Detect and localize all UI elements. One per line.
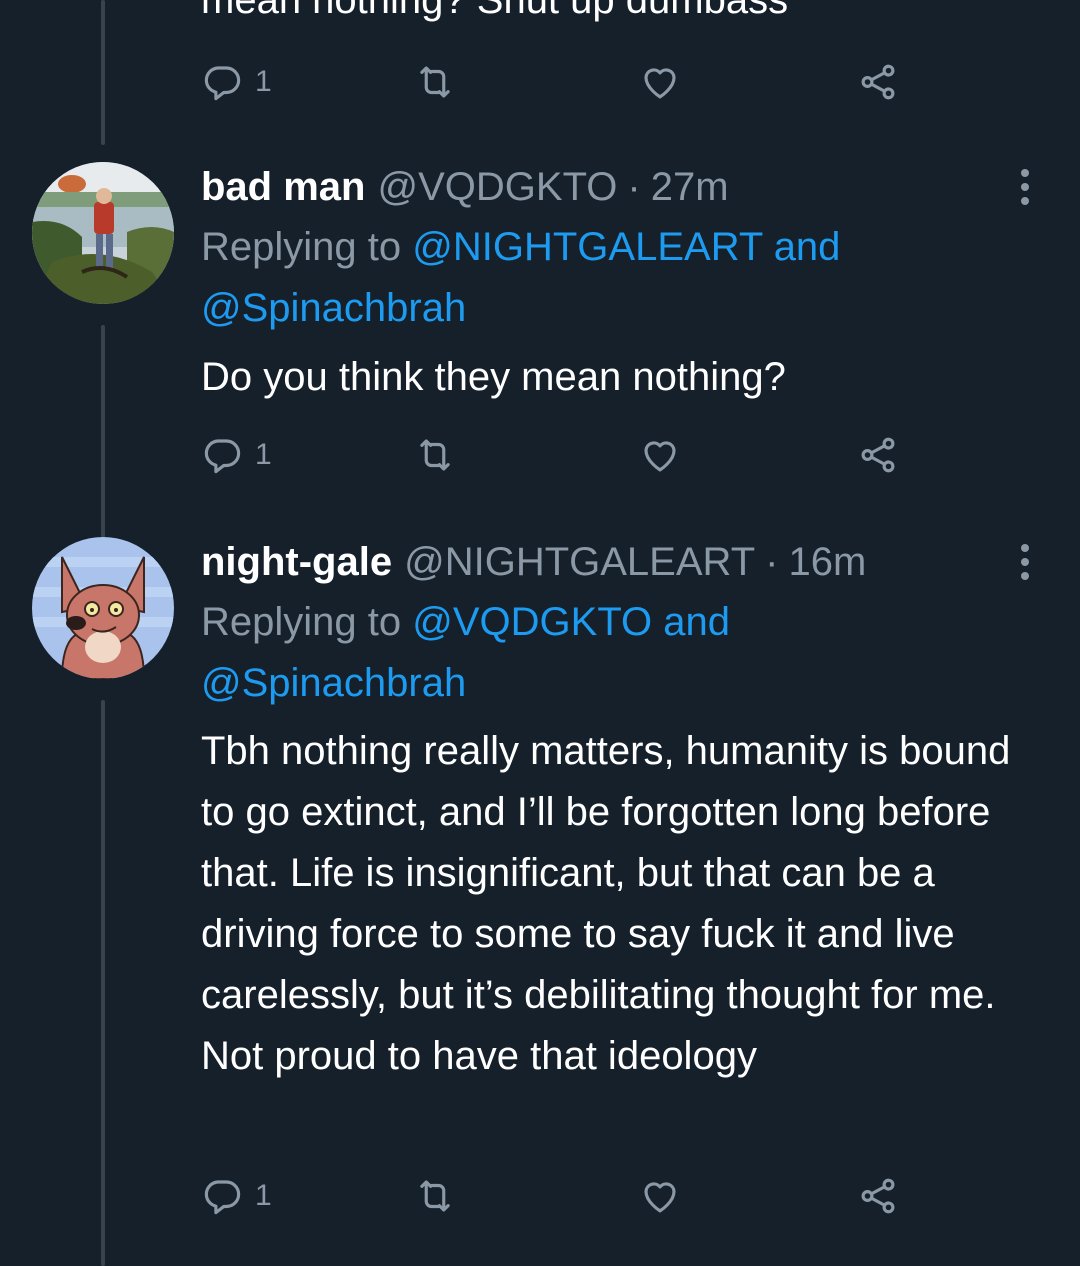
user-handle[interactable]: @VQDGKTO [377, 162, 617, 212]
replying-to: Replying to @VQDGKTO and @Spinachbrah [201, 592, 1041, 714]
display-name[interactable]: bad man [201, 162, 365, 212]
like-button[interactable] [639, 57, 681, 107]
retweet-button[interactable] [414, 57, 456, 107]
retweet-icon [420, 439, 450, 471]
tweet-actions: 1 [201, 430, 921, 480]
thread-line [101, 700, 105, 1266]
retweet-icon [420, 1180, 450, 1212]
reply-icon [204, 439, 241, 474]
avatar-fox-drawing [32, 537, 174, 679]
reply-button[interactable]: 1 [201, 430, 272, 480]
share-icon [861, 437, 895, 473]
mention-link[interactable]: @Spinachbrah [201, 661, 466, 705]
share-button[interactable] [857, 1171, 899, 1221]
tweet-text: Tbh nothing really matters, humanity is … [201, 729, 1011, 1078]
like-button[interactable] [639, 430, 681, 480]
thread-line [101, 0, 105, 145]
avatar-landscape-image [32, 162, 174, 304]
replying-prefix: Replying to [201, 600, 402, 644]
mention-link[interactable]: @NIGHTGALEART [412, 225, 762, 269]
tweet-text-partial: mean nothing? Shut up dumbass [201, 0, 789, 22]
avatar[interactable] [32, 537, 174, 679]
heart-icon [644, 1182, 676, 1213]
more-options-button[interactable] [1002, 164, 1048, 210]
retweet-icon [420, 66, 450, 98]
more-options-icon [1021, 169, 1029, 177]
retweet-button[interactable] [414, 1171, 456, 1221]
reply-count: 1 [255, 1179, 272, 1212]
tweet-header: bad man @VQDGKTO · 27m [201, 162, 729, 212]
mention-and[interactable]: and [774, 225, 841, 269]
heart-icon [644, 441, 676, 472]
reply-count: 1 [255, 438, 272, 471]
share-icon [861, 64, 895, 100]
mention-and[interactable]: and [663, 600, 730, 644]
reply-count: 1 [255, 65, 272, 98]
heart-icon [644, 68, 676, 99]
tweet-header: night-gale @NIGHTGALEART · 16m [201, 537, 866, 587]
display-name[interactable]: night-gale [201, 537, 392, 587]
thread-line [101, 325, 105, 540]
avatar[interactable] [32, 162, 174, 304]
reply-icon [204, 66, 241, 101]
share-icon [861, 1178, 895, 1214]
share-button[interactable] [857, 57, 899, 107]
timestamp[interactable]: 16m [788, 537, 866, 587]
retweet-button[interactable] [414, 430, 456, 480]
more-options-icon [1021, 544, 1029, 552]
separator: · [765, 540, 779, 584]
like-button[interactable] [639, 1171, 681, 1221]
tweet-actions: 1 [201, 1171, 921, 1221]
reply-icon [204, 1180, 241, 1215]
reply-button[interactable]: 1 [201, 1171, 272, 1221]
user-handle[interactable]: @NIGHTGALEART [404, 537, 755, 587]
tweet-text: Do you think they mean nothing? [201, 355, 786, 399]
share-button[interactable] [857, 430, 899, 480]
mention-link[interactable]: @VQDGKTO [412, 600, 652, 644]
reply-button[interactable]: 1 [201, 57, 272, 107]
replying-to: Replying to @NIGHTGALEART and @Spinachbr… [201, 217, 1041, 339]
separator: · [627, 165, 641, 209]
replying-prefix: Replying to [201, 225, 402, 269]
mention-link[interactable]: @Spinachbrah [201, 286, 466, 330]
more-options-button[interactable] [1002, 539, 1048, 585]
tweet-actions: 1 [201, 57, 921, 107]
timestamp[interactable]: 27m [651, 162, 729, 212]
